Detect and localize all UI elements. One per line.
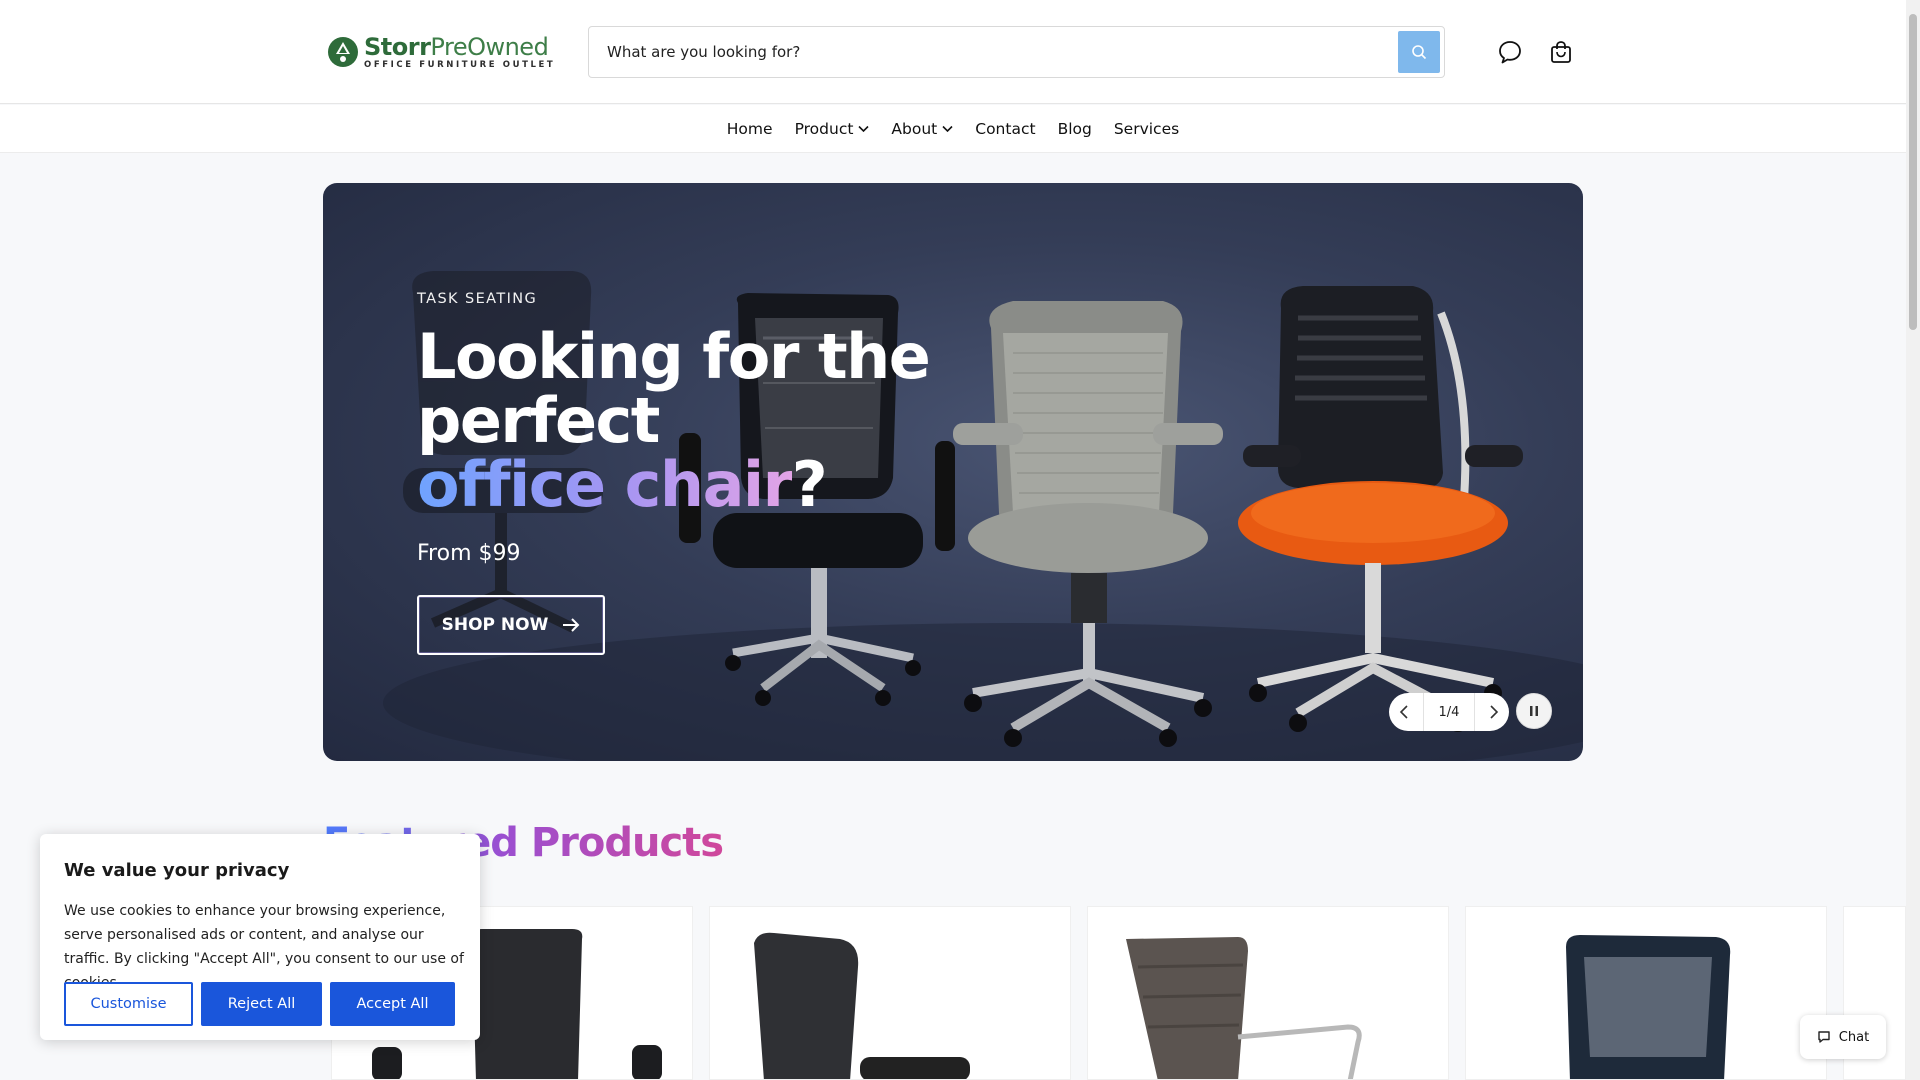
divider (1473, 693, 1475, 731)
nav-label: Services (1113, 119, 1180, 138)
cookie-text: We use cookies to enhance your browsing … (64, 903, 464, 991)
chevron-right-icon[interactable] (1489, 705, 1499, 719)
slider-controls: 1/4 (1389, 693, 1509, 731)
chat-icon (1818, 1031, 1830, 1043)
hero-price: From $99 (417, 541, 521, 566)
cookie-title: We value your privacy (64, 860, 290, 881)
nav-label: Blog (1057, 119, 1092, 138)
divider (1423, 693, 1425, 731)
chevron-down-icon (942, 125, 953, 132)
chevron-left-icon[interactable] (1399, 705, 1409, 719)
product-card[interactable] (1087, 906, 1449, 1080)
nav-item-about[interactable]: About (880, 120, 964, 138)
hero-title-end: ? (791, 448, 828, 521)
product-image (1126, 937, 1362, 1079)
brand-name-bold: Storr (364, 32, 431, 61)
search-icon (1412, 45, 1427, 60)
nav-item-product[interactable]: Product (784, 120, 881, 138)
nav-label: Home (726, 119, 773, 138)
pause-slideshow-button[interactable] (1516, 693, 1552, 729)
main-nav: Home Product About Contact Blog Services (0, 105, 1906, 153)
slide-counter: 1/4 (1438, 704, 1460, 720)
recycle-logo-icon (328, 37, 358, 67)
product-card[interactable] (1465, 906, 1827, 1080)
nav-item-services[interactable]: Services (1103, 120, 1190, 138)
product-card[interactable] (709, 906, 1071, 1080)
hero-title-line1: Looking for the (417, 320, 931, 393)
arrow-right-icon (563, 618, 580, 632)
product-image (1566, 935, 1731, 1079)
page-scrollbar[interactable] (1906, 0, 1920, 1080)
chat-bubble-icon[interactable] (1496, 38, 1524, 66)
nav-label: Product (794, 119, 854, 138)
search-bar (588, 26, 1445, 78)
pause-icon (1530, 706, 1538, 716)
hero-eyebrow: TASK SEATING (417, 291, 538, 307)
chat-widget-button[interactable]: Chat (1800, 1015, 1886, 1059)
nav-item-home[interactable]: Home (716, 120, 784, 138)
brand-tagline: OFFICE FURNITURE OUTLET (364, 59, 556, 70)
hero-title-line2: perfect (417, 384, 660, 457)
hero-banner: TASK SEATING Looking for the perfect off… (323, 183, 1583, 761)
product-image (754, 932, 970, 1079)
search-button[interactable] (1398, 31, 1440, 73)
search-input[interactable] (607, 27, 1377, 77)
customise-button[interactable]: Customise (64, 982, 193, 1026)
shop-now-button[interactable]: SHOP NOW (417, 595, 605, 655)
hero-title-highlight: office chair (417, 448, 793, 521)
nav-label: Contact (975, 119, 1036, 138)
accept-all-button[interactable]: Accept All (330, 982, 455, 1026)
nav-label: About (891, 119, 938, 138)
cookie-consent-banner: We value your privacy We use cookies to … (40, 834, 480, 1040)
chat-label: Chat (1838, 1029, 1870, 1045)
scrollbar-thumb[interactable] (1909, 14, 1917, 330)
logo[interactable]: StorrPreOwned OFFICE FURNITURE OUTLET (326, 32, 555, 72)
site-header: StorrPreOwned OFFICE FURNITURE OUTLET (0, 0, 1906, 104)
nav-item-contact[interactable]: Contact (964, 120, 1046, 138)
shop-now-label: SHOP NOW (441, 615, 549, 635)
shopping-bag-icon[interactable] (1547, 38, 1575, 66)
nav-item-blog[interactable]: Blog (1047, 120, 1103, 138)
reject-all-button[interactable]: Reject All (201, 982, 322, 1026)
chevron-down-icon (858, 125, 869, 132)
brand-name-light: PreOwned (430, 32, 549, 61)
hero-title: Looking for the perfect office chair? (417, 325, 977, 517)
